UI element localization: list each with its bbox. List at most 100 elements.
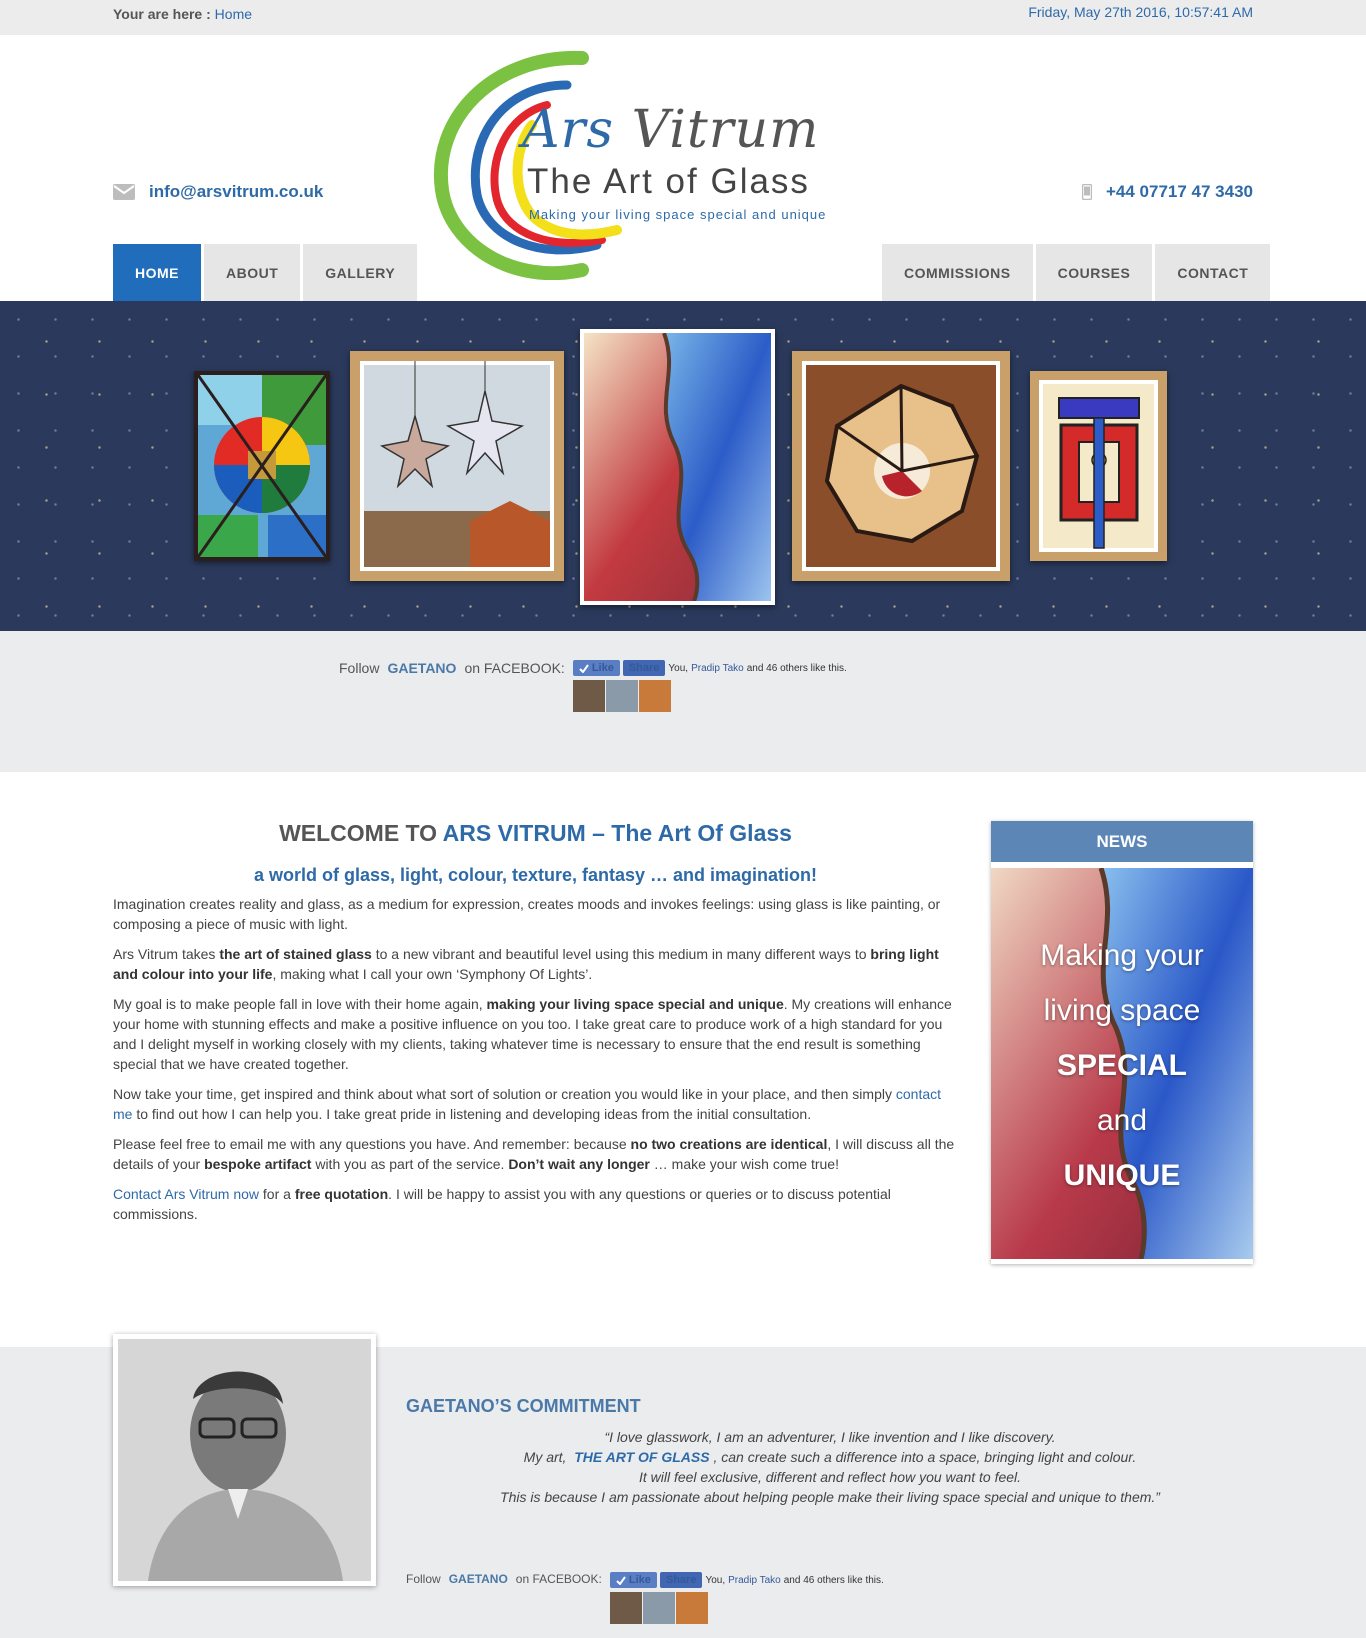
follow-prefix: Follow (339, 660, 380, 676)
like-label: Like (628, 1574, 651, 1586)
breadcrumb-label: Your are here : (113, 6, 211, 22)
emphasis: bespoke artifact (204, 1156, 312, 1172)
email-address: info@arsvitrum.co.uk (149, 182, 324, 201)
facebook-share-button[interactable]: Share (622, 660, 666, 676)
gallery-image-fused-glass[interactable] (580, 329, 775, 605)
welcome-title: WELCOME TO ARS VITRUM – The Art Of Glass (113, 820, 958, 847)
facebook-faces (609, 1592, 884, 1624)
follow-facebook-bottom: Follow GAETANO on FACEBOOK: Like Share Y… (406, 1572, 884, 1624)
news-title: NEWS (991, 821, 1253, 862)
friend-avatar[interactable] (638, 680, 671, 712)
gallery-image-stars[interactable] (350, 351, 564, 581)
text: … make your wish come true! (653, 1156, 839, 1172)
facebook-share-button[interactable]: Share (659, 1572, 703, 1588)
emphasis: Don’t wait any longer (508, 1156, 650, 1172)
facebook-widget: Like Share You, Pradip Tako and 46 other… (572, 660, 847, 712)
main-content: WELCOME TO ARS VITRUM – The Art Of Glass… (0, 772, 1366, 1347)
news-slogan: Making your living space SPECIAL and UNI… (991, 928, 1253, 1203)
likes-suffix: and 46 others like this. (783, 1574, 884, 1586)
follow-name-link[interactable]: GAETANO (387, 660, 456, 676)
nav-gallery[interactable]: GALLERY (303, 244, 418, 301)
text: Now take your time, get inspired and thi… (113, 1086, 892, 1102)
nav-home[interactable]: HOME (113, 244, 201, 301)
friend-avatar[interactable] (675, 1592, 708, 1624)
current-datetime: Friday, May 27th 2016, 10:57:41 AM (1028, 4, 1253, 20)
nav-courses[interactable]: COURSES (1035, 244, 1153, 301)
site-logo[interactable]: Ars Vitrum The Art of Glass Making your … (432, 50, 852, 280)
welcome-subtitle: a world of glass, light, colour, texture… (253, 865, 818, 885)
quote-line-1: “I love glasswork, I am an adventurer, I… (604, 1429, 1056, 1445)
text: to a new vibrant and beautiful level usi… (375, 946, 867, 962)
emphasis: THE ART OF GLASS (574, 1449, 710, 1465)
main-nav-left: HOME ABOUT GALLERY (113, 244, 418, 301)
follow-facebook: Follow GAETANO on FACEBOOK: Like Share Y… (339, 660, 847, 712)
paragraph-4: Now take your time, get inspired and thi… (113, 1084, 958, 1124)
phone-number: +44 07717 47 3430 (1105, 182, 1253, 201)
likes-prefix: You, (668, 662, 689, 674)
text: for a (262, 1186, 291, 1202)
friend-avatar[interactable] (572, 680, 605, 712)
follow-prefix: Follow (406, 1572, 441, 1586)
friend-avatar[interactable] (605, 680, 638, 712)
follow-suffix: on FACEBOOK: (515, 1572, 602, 1586)
logo-title: Ars Vitrum (522, 100, 819, 160)
text: My art, (523, 1449, 567, 1465)
text: with you as part of the service. (315, 1156, 505, 1172)
text: Ars Vitrum takes (113, 946, 216, 962)
welcome-title-prefix: WELCOME TO (279, 820, 438, 846)
facebook-faces (572, 680, 847, 712)
gallery-image-lamp[interactable] (792, 351, 1010, 581)
gallery-image-geometric-panel[interactable] (1030, 371, 1167, 561)
phone-contact[interactable]: +44 07717 47 3430 (1081, 182, 1253, 202)
paragraph-2: Ars Vitrum takes the art of stained glas… (113, 944, 958, 984)
gallery-banner (0, 301, 1366, 631)
follow-name-link[interactable]: GAETANO (449, 1572, 508, 1586)
news-line-4: and (1096, 1104, 1148, 1137)
text: , making what I call your own ‘Symphony … (272, 966, 593, 982)
nav-commissions[interactable]: COMMISSIONS (882, 244, 1033, 301)
nav-contact[interactable]: CONTACT (1155, 244, 1271, 301)
quote-line-4: This is because I am passionate about he… (500, 1489, 1160, 1505)
facebook-like-button[interactable]: Like (609, 1572, 657, 1588)
emphasis: free quotation (294, 1186, 389, 1202)
gaetano-portrait (113, 1334, 376, 1586)
likes-friend-link[interactable]: Pradip Tako (728, 1575, 781, 1586)
email-contact[interactable]: info@arsvitrum.co.uk (113, 182, 323, 202)
text: Please feel free to email me with any qu… (113, 1136, 627, 1152)
likes-friend-link[interactable]: Pradip Tako (691, 663, 744, 674)
facebook-like-button[interactable]: Like (572, 660, 620, 676)
emphasis: making your living space special and uni… (486, 996, 784, 1012)
emphasis: no two creations are identical (630, 1136, 828, 1152)
envelope-icon (113, 184, 135, 200)
facebook-actions: Like Share You, Pradip Tako and 46 other… (609, 1572, 884, 1588)
like-label: Like (591, 662, 614, 674)
contact-now-link[interactable]: Contact Ars Vitrum now (113, 1186, 259, 1202)
news-panel[interactable]: NEWS Making your living space SPECIAL an… (991, 821, 1253, 1264)
logo-word-ars: Ars (522, 100, 615, 160)
follow-facebook-bar: Follow GAETANO on FACEBOOK: Like Share Y… (0, 631, 1366, 772)
paragraph-5: Please feel free to email me with any qu… (113, 1134, 958, 1174)
logo-slogan: Making your living space special and uni… (529, 207, 827, 222)
mobile-phone-icon (1081, 184, 1092, 200)
friend-avatar[interactable] (642, 1592, 675, 1624)
breadcrumb-home-link[interactable]: Home (215, 6, 252, 22)
news-line-3: SPECIAL (1056, 1049, 1188, 1082)
emphasis: the art of stained glass (219, 946, 372, 962)
friend-avatar[interactable] (609, 1592, 642, 1624)
text: , can create such a difference into a sp… (713, 1449, 1137, 1465)
quote-line-3: It will feel exclusive, different and re… (638, 1469, 1022, 1485)
paragraph-6: Contact Ars Vitrum now for a free quotat… (113, 1184, 958, 1224)
page: Your are here : Home Friday, May 27th 20… (0, 0, 1366, 1638)
commitment-title: GAETANO’S COMMITMENT (406, 1396, 641, 1416)
likes-prefix: You, (705, 1574, 726, 1586)
news-line-5: UNIQUE (1063, 1159, 1181, 1192)
quote-line-2: My art, THE ART OF GLASS , can create su… (406, 1447, 1254, 1467)
welcome-section: WELCOME TO ARS VITRUM – The Art Of Glass… (113, 820, 958, 1234)
nav-about[interactable]: ABOUT (204, 244, 301, 301)
logo-word-vitrum: Vitrum (631, 100, 820, 160)
gallery-image-spiral-window[interactable] (194, 371, 330, 561)
facebook-widget: Like Share You, Pradip Tako and 46 other… (609, 1572, 884, 1624)
paragraph-1: Imagination creates reality and glass, a… (113, 896, 941, 932)
likes-suffix: and 46 others like this. (746, 662, 847, 674)
follow-suffix: on FACEBOOK: (464, 660, 565, 676)
